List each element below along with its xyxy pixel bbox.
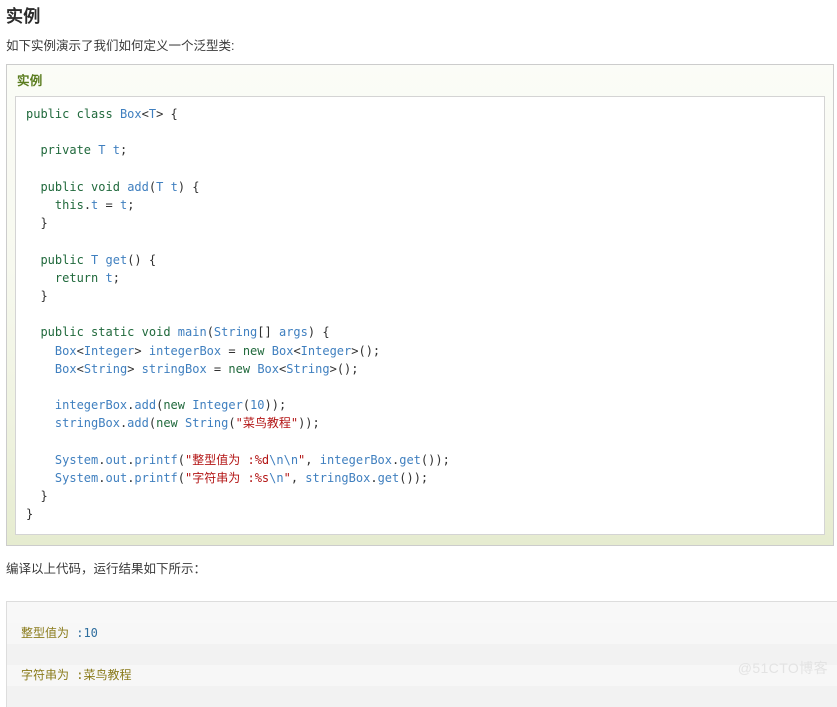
output-row-blank [7,644,837,665]
java-source-code: public class Box<T> { private T t; publi… [26,107,450,522]
output-row-spacer-top [7,602,837,623]
example-panel: 实例 public class Box<T> { private T t; pu… [6,64,834,546]
code-area: public class Box<T> { private T t; publi… [15,96,825,535]
page-intro-text: 如下实例演示了我们如何定义一个泛型类: [6,39,235,53]
output-line-label: 整型值为 [21,626,77,640]
example-panel-header: 实例 [17,74,43,88]
output-row: 整型值为 :10 [7,623,837,644]
output-row: 字符串为 :菜鸟教程 [21,668,132,682]
result-intro-text: 编译以上代码，运行结果如下所示： [6,562,207,576]
page-title: 实例 [6,7,41,26]
output-line-value: :10 [76,626,98,640]
output-row-spacer-bottom [7,686,837,707]
output-console: 整型值为 :10 字符串为 :菜鸟教程 [6,601,837,707]
